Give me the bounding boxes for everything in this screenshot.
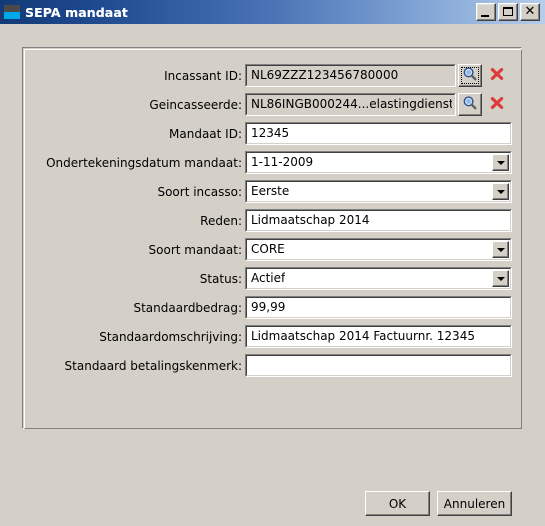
field-value: NL86INGB000244...elastingdienst — [251, 97, 452, 111]
clear-icon — [489, 95, 505, 114]
form-row: Incassant ID: NL69ZZZ123456780000 — [0, 64, 545, 93]
field-label: Standaard betalingskenmerk: — [64, 359, 242, 373]
chevron-down-icon[interactable] — [492, 270, 509, 287]
field-text-input[interactable]: 12345 — [245, 122, 512, 145]
field-value: 99,99 — [251, 300, 286, 314]
form-row: Soort incasso: Eerste — [0, 180, 545, 209]
search-button[interactable] — [458, 93, 482, 116]
field-label: Ondertekeningsdatum mandaat: — [46, 156, 242, 170]
form-row: Standaardomschrijving: Lidmaatschap 2014 … — [0, 325, 545, 354]
window-title: SEPA mandaat — [25, 4, 128, 20]
clear-button[interactable] — [485, 93, 509, 116]
field-readonly-input[interactable]: NL69ZZZ123456780000 — [245, 64, 456, 87]
chevron-down-icon[interactable] — [492, 241, 509, 258]
field-combobox[interactable]: CORE — [245, 238, 512, 261]
field-combobox[interactable]: 1-11-2009 — [245, 151, 512, 174]
clear-button[interactable] — [485, 64, 509, 87]
search-button[interactable] — [458, 64, 482, 87]
field-combobox[interactable]: Eerste — [245, 180, 512, 203]
field-text-input[interactable]: 99,99 — [245, 296, 512, 319]
form-row: Standaardbedrag: 99,99 — [0, 296, 545, 325]
field-label: Soort incasso: — [157, 185, 242, 199]
field-value: Lidmaatschap 2014 Factuurnr. 12345 — [251, 329, 475, 343]
ok-button[interactable]: OK — [365, 491, 430, 516]
field-label: Incassant ID: — [164, 69, 242, 83]
form-row: Ondertekeningsdatum mandaat: 1-11-2009 — [0, 151, 545, 180]
form-row: Reden: Lidmaatschap 2014 — [0, 209, 545, 238]
field-value: NL69ZZZ123456780000 — [251, 68, 399, 82]
field-label: Reden: — [200, 214, 242, 228]
field-label: Mandaat ID: — [169, 127, 242, 141]
field-combobox[interactable]: Actief — [245, 267, 512, 290]
field-value: Actief — [251, 271, 286, 285]
field-label: Status: — [199, 272, 242, 286]
minimize-icon — [481, 15, 489, 17]
sepa-mandaat-window: SEPA mandaat ✕ Incassant ID: NL69ZZZ12345… — [0, 0, 545, 526]
cancel-button[interactable]: Annuleren — [437, 491, 512, 516]
field-label: Geincasseerde: — [149, 98, 242, 112]
clear-icon — [489, 66, 505, 85]
field-label: Standaardbedrag: — [133, 301, 242, 315]
field-label: Standaardomschrijving: — [99, 330, 242, 344]
search-icon — [462, 95, 478, 114]
field-value: Lidmaatschap 2014 — [251, 213, 370, 227]
field-value: CORE — [251, 242, 285, 256]
field-label: Soort mandaat: — [148, 243, 242, 257]
client-area: Incassant ID: NL69ZZZ123456780000 Geincass… — [0, 24, 545, 526]
form-row: Mandaat ID: 12345 — [0, 122, 545, 151]
chevron-down-icon[interactable] — [492, 183, 509, 200]
field-value: Eerste — [251, 184, 290, 198]
chevron-down-icon[interactable] — [492, 154, 509, 171]
focus-indicator — [461, 67, 479, 84]
form-row: Soort mandaat: CORE — [0, 238, 545, 267]
form-row: Standaard betalingskenmerk: — [0, 354, 545, 383]
title-bar[interactable]: SEPA mandaat ✕ — [0, 0, 545, 24]
form-row: Geincasseerde: NL86INGB000244...elastingd… — [0, 93, 545, 122]
field-text-input[interactable]: Lidmaatschap 2014 Factuurnr. 12345 — [245, 325, 512, 348]
maximize-button[interactable] — [498, 3, 518, 21]
field-text-input[interactable] — [245, 354, 512, 377]
close-icon: ✕ — [524, 4, 536, 19]
mandate-form: Incassant ID: NL69ZZZ123456780000 Geincass… — [0, 64, 545, 383]
maximize-icon — [503, 7, 513, 16]
field-text-input[interactable]: Lidmaatschap 2014 — [245, 209, 512, 232]
window-controls: ✕ — [476, 3, 542, 21]
field-readonly-input[interactable]: NL86INGB000244...elastingdienst — [245, 93, 456, 116]
field-value: 1-11-2009 — [251, 155, 314, 169]
app-icon — [4, 4, 20, 20]
field-value: 12345 — [251, 126, 290, 140]
form-row: Status: Actief — [0, 267, 545, 296]
minimize-button[interactable] — [476, 3, 496, 21]
close-button[interactable]: ✕ — [520, 3, 540, 21]
